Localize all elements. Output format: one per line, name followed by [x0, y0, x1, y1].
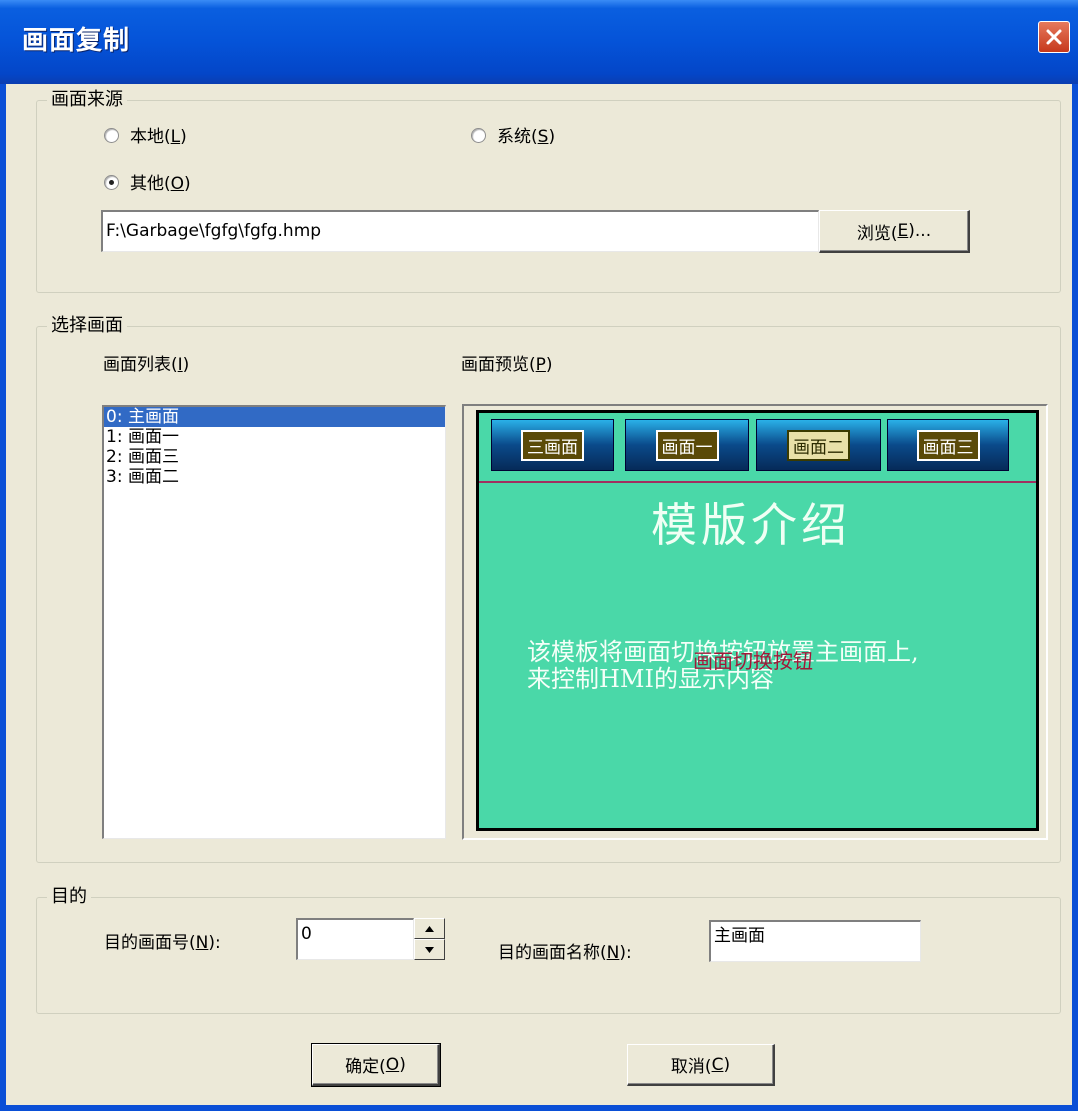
radio-system-label[interactable]: 系统(S) — [497, 126, 555, 148]
list-label: 画面列表(I) — [103, 355, 190, 375]
preview-nav-label: 画面三 — [916, 429, 980, 461]
path-input[interactable]: F:\Garbage\fgfg\fgfg.hmp — [101, 210, 819, 252]
radio-other-dot — [109, 180, 114, 185]
title-bar[interactable] — [0, 0, 1078, 84]
dest-name-input[interactable]: 主画面 — [709, 920, 921, 962]
list-item[interactable]: 0: 主画面 — [104, 407, 445, 427]
select-legend: 选择画面 — [47, 315, 127, 337]
list-item[interactable]: 3: 画面二 — [104, 467, 445, 487]
window-frame-right — [1072, 84, 1078, 1111]
preview-title: 模版介绍 — [651, 498, 851, 552]
preview-label: 画面预览(P) — [461, 355, 553, 375]
preview-nav-label: 三画面 — [521, 429, 584, 461]
preview-nav-button: 画面三 — [887, 419, 1009, 471]
spin-down-button[interactable] — [414, 939, 445, 960]
dest-name-label: 目的画面名称(N): — [498, 943, 632, 963]
radio-other-label[interactable]: 其他(O) — [130, 173, 191, 195]
radio-local-label[interactable]: 本地(L) — [130, 126, 187, 148]
dest-legend: 目的 — [47, 886, 91, 908]
preview-nav-button: 画面一 — [625, 419, 749, 471]
preview-nav-label: 画面二 — [787, 429, 850, 461]
radio-local[interactable] — [104, 128, 119, 143]
window-title: 画面复制 — [22, 26, 131, 56]
source-legend: 画面来源 — [47, 89, 127, 111]
chevron-up-icon — [425, 925, 434, 932]
preview-screen: 三画面 画面一 画面二 画面三 模版介绍 该模板将画面切换按钮放置主画面上, 来… — [476, 410, 1039, 831]
cancel-button[interactable]: 取消(C) — [627, 1044, 775, 1086]
dest-number-input[interactable]: 0 — [296, 918, 414, 960]
window-frame-bottom — [0, 1105, 1078, 1111]
preview-nav-button: 画面二 — [756, 419, 881, 471]
dest-number-label: 目的画面号(N): — [104, 933, 221, 953]
list-item[interactable]: 1: 画面一 — [104, 427, 445, 447]
preview-nav-strip: 三画面 画面一 画面二 画面三 — [479, 413, 1036, 483]
close-icon — [1046, 29, 1062, 45]
browse-button[interactable]: 浏览(E)... — [819, 210, 970, 253]
spin-up-button[interactable] — [414, 918, 445, 939]
screen-listbox[interactable]: 0: 主画面 1: 画面一 2: 画面三 3: 画面二 — [102, 405, 446, 839]
radio-system[interactable] — [471, 128, 486, 143]
close-button[interactable] — [1038, 21, 1070, 53]
ok-button[interactable]: 确定(O) — [311, 1043, 441, 1087]
list-item[interactable]: 2: 画面三 — [104, 447, 445, 467]
preview-nav-label: 画面一 — [655, 429, 719, 461]
preview-nav-button: 三画面 — [491, 419, 614, 471]
preview-overlay-label: 画面切换按钮 — [693, 649, 813, 673]
radio-other[interactable] — [104, 175, 119, 190]
chevron-down-icon — [425, 946, 434, 953]
